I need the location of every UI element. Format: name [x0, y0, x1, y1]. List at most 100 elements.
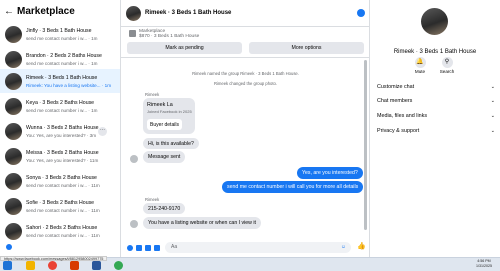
image-icon[interactable]: [136, 245, 142, 251]
thread-preview: send me contact number i w... · 1m: [26, 108, 98, 113]
incoming-message: You have a listing website or when can I…: [143, 217, 261, 229]
buyer-joined: Joined Facebook in 2025: [147, 109, 192, 114]
listing-thumbnail[interactable]: [129, 30, 136, 37]
system-message: Rimeek changed the group photo.: [213, 81, 278, 86]
app-icon[interactable]: [92, 261, 101, 270]
windows-start-icon[interactable]: [3, 261, 12, 270]
thread-preview: send me contact number i w... · 11m: [26, 233, 100, 238]
avatar: [5, 198, 22, 215]
sender-avatar: [130, 155, 138, 163]
mute-label: Mute: [414, 69, 426, 74]
customize-chat-row[interactable]: Customize chat ⌄: [377, 80, 495, 94]
sender-name: Rimeek: [145, 92, 160, 97]
mark-as-pending-button[interactable]: Mark as pending: [127, 42, 242, 54]
mute-button[interactable]: 🔔 Mute: [405, 57, 435, 74]
outgoing-message: send me contact number i will call you f…: [222, 181, 364, 193]
row-label: Privacy & support: [377, 128, 420, 134]
chrome-icon[interactable]: [114, 261, 123, 270]
privacy-support-row[interactable]: Privacy & support ⌄: [377, 124, 495, 138]
avatar[interactable]: [126, 5, 141, 21]
system-clock: 4:56 PM 1/31/2025: [476, 259, 492, 269]
emoji-icon[interactable]: ☺: [341, 244, 346, 250]
avatar: [5, 223, 22, 240]
buyer-name: Rimeek La: [147, 102, 173, 108]
thread-preview: send me contact number i w... · 11m: [26, 208, 100, 213]
thread-preview: send me contact number i w... · 11m: [26, 183, 100, 188]
row-label: Chat members: [377, 98, 413, 104]
incoming-message: Hi, is this available?: [143, 138, 199, 149]
thread-name: Sofie · 3 Beds 2 Baths House: [26, 200, 95, 206]
more-options-button[interactable]: More options: [249, 42, 364, 54]
chat-title[interactable]: Rimeek · 3 Beds 1 Bath House: [145, 10, 231, 16]
sticker-icon[interactable]: [145, 245, 151, 251]
chrome-icon[interactable]: [48, 261, 57, 270]
thread-item[interactable]: Meissa · 3 Beds 2 Baths House You: Yes, a…: [0, 144, 120, 169]
thread-preview: send me contact number i w... · 1m: [26, 36, 98, 41]
avatar: [5, 98, 22, 115]
incoming-message: 215-240-9170: [143, 203, 186, 214]
sidebar-header: ← Marketplace: [0, 0, 120, 22]
message-input[interactable]: Aa ☺: [165, 242, 351, 253]
thread-item[interactable]: Keya · 3 Beds 2 Baths House send me conta…: [0, 94, 120, 119]
system-message: Rimeek named the group Rimeek · 3 Beds 1…: [192, 71, 299, 76]
conversation-info-panel: Rimeek · 3 Beds 1 Bath House 🔔 Mute ⚲ Se…: [370, 0, 500, 257]
buyer-details-button[interactable]: Buyer details: [147, 119, 182, 130]
chat-pane: Rimeek · 3 Beds 1 Bath House Marketplace…: [6, 0, 370, 257]
row-label: Customize chat: [377, 84, 415, 90]
chevron-down-icon: ⌄: [490, 113, 495, 119]
chevron-down-icon: ⌄: [490, 98, 495, 104]
chat-header: Rimeek · 3 Beds 1 Bath House: [121, 0, 370, 27]
listing-bar: Marketplace $870 · 3 Beds 1 Bath House M…: [121, 28, 370, 58]
row-label: Media, files and links: [377, 113, 428, 119]
message-placeholder: Aa: [171, 244, 178, 250]
chevron-down-icon: ⌄: [490, 128, 495, 134]
search-icon: ⚲: [441, 57, 453, 68]
panel-title: Rimeek · 3 Beds 1 Bath House: [393, 49, 477, 55]
plus-icon[interactable]: [127, 245, 133, 251]
more-dots-icon[interactable]: ⋯: [98, 127, 107, 136]
clock-date: 1/31/2025: [476, 264, 492, 268]
thread-preview: send me contact number i w... · 1m: [26, 61, 98, 66]
thread-preview: You: Yes, are you interested? · 11m: [26, 158, 99, 163]
avatar: [5, 51, 22, 68]
thread-item[interactable]: Sonya · 3 Beds 2 Baths House send me cont…: [0, 169, 120, 194]
thread-item-active[interactable]: Rimeek · 3 Beds 1 Bath House Rimeek: You …: [0, 69, 120, 93]
thread-item[interactable]: Jinfly · 3 Beds 1 Bath House send me cont…: [0, 22, 120, 47]
avatar: [5, 123, 22, 140]
thread-name: Meissa · 3 Beds 2 Baths House: [26, 150, 99, 156]
thread-name: Rimeek · 3 Beds 1 Bath House: [26, 74, 98, 81]
search-label: Search: [439, 69, 455, 74]
plus-icon[interactable]: [6, 244, 12, 250]
avatar: [5, 26, 22, 43]
gif-icon[interactable]: [154, 245, 160, 251]
outgoing-message: Yes, are you interested?: [297, 167, 363, 179]
avatar: [421, 8, 448, 35]
app-icon[interactable]: [70, 261, 79, 270]
chevron-down-icon: ⌄: [490, 84, 495, 90]
back-arrow-icon[interactable]: ←: [4, 6, 14, 17]
sender-avatar: [130, 220, 138, 228]
sender-name: Rimeek: [145, 197, 160, 202]
thread-name: Keya · 3 Beds 2 Baths House: [26, 100, 95, 106]
info-icon[interactable]: [357, 9, 365, 17]
file-explorer-icon[interactable]: [26, 261, 35, 270]
thread-item[interactable]: Sofie · 3 Beds 2 Baths House send me cont…: [0, 194, 120, 219]
chat-scrollbar[interactable]: [364, 60, 367, 230]
sidebar-title: Marketplace: [17, 5, 75, 17]
buyer-card: Rimeek La Joined Facebook in 2025 Buyer …: [143, 98, 195, 134]
avatar: [5, 72, 22, 90]
avatar: [5, 173, 22, 190]
chat-members-row[interactable]: Chat members ⌄: [377, 94, 495, 108]
thread-item[interactable]: Sahori · 2 Beds 2 Baths House send me con…: [0, 219, 120, 244]
incoming-message: Message sent: [143, 151, 186, 163]
thread-name: Sonya · 3 Beds 2 Baths House: [26, 175, 97, 181]
bell-icon: 🔔: [414, 57, 426, 68]
thread-name: Brandon · 2 Beds 2 Baths House: [26, 53, 102, 59]
thread-name: Sahori · 2 Beds 2 Baths House: [26, 225, 98, 231]
marketplace-sidebar: ← Marketplace Jinfly · 3 Beds 1 Bath Hou…: [0, 0, 121, 257]
media-files-links-row[interactable]: Media, files and links ⌄: [377, 109, 495, 123]
thread-item[interactable]: Wunna · 3 Beds 2 Baths House You: Yes, ar…: [0, 119, 120, 144]
search-button[interactable]: ⚲ Search: [432, 57, 462, 74]
thread-name: Jinfly · 3 Beds 1 Bath House: [26, 28, 92, 34]
like-icon[interactable]: 👍: [357, 242, 366, 250]
